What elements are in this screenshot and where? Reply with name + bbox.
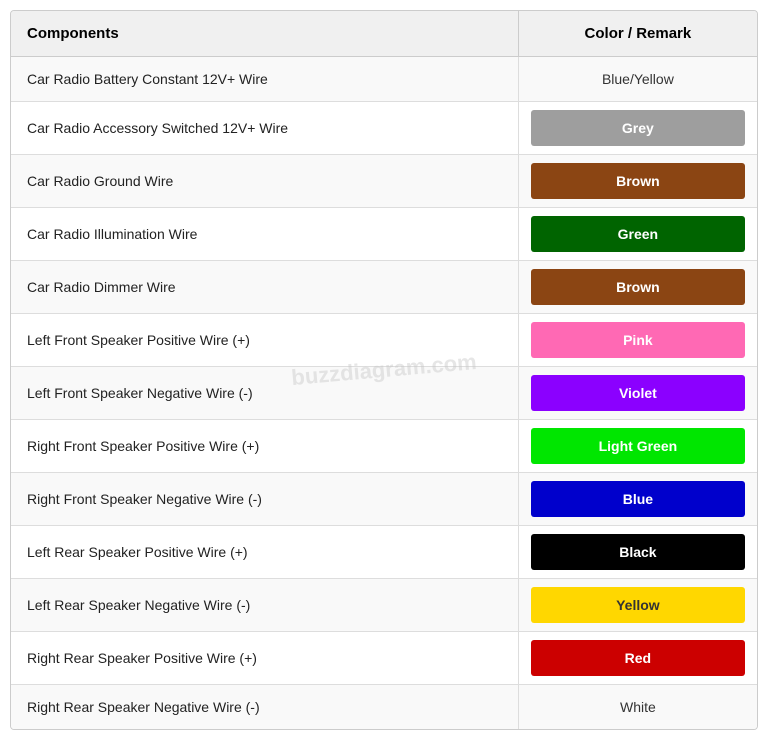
table-row: Left Rear Speaker Negative Wire (-) Yello…: [11, 579, 757, 632]
component-cell: Right Rear Speaker Negative Wire (-): [11, 685, 518, 730]
color-label: Blue/Yellow: [602, 71, 674, 87]
components-header: Components: [11, 11, 518, 57]
color-cell: Brown: [518, 155, 757, 208]
component-cell: Car Radio Ground Wire: [11, 155, 518, 208]
color-badge: Green: [531, 216, 745, 252]
component-cell: Car Radio Accessory Switched 12V+ Wire: [11, 102, 518, 155]
table-row: Right Front Speaker Negative Wire (-) Blu…: [11, 473, 757, 526]
table-row: Right Rear Speaker Positive Wire (+) Red: [11, 632, 757, 685]
color-cell: Light Green: [518, 420, 757, 473]
color-cell: Pink: [518, 314, 757, 367]
wiring-table-wrapper: Components Color / Remark Car Radio Batt…: [10, 10, 758, 730]
color-cell: Violet: [518, 367, 757, 420]
color-cell: Blue: [518, 473, 757, 526]
component-cell: Right Front Speaker Negative Wire (-): [11, 473, 518, 526]
component-cell: Right Front Speaker Positive Wire (+): [11, 420, 518, 473]
color-badge: Blue: [531, 481, 745, 517]
color-badge: Black: [531, 534, 745, 570]
color-badge: Pink: [531, 322, 745, 358]
table-row: Car Radio Illumination Wire Green: [11, 208, 757, 261]
color-badge: Red: [531, 640, 745, 676]
component-cell: Left Rear Speaker Negative Wire (-): [11, 579, 518, 632]
color-cell: Yellow: [518, 579, 757, 632]
component-cell: Car Radio Battery Constant 12V+ Wire: [11, 57, 518, 102]
table-row: Left Rear Speaker Positive Wire (+) Black: [11, 526, 757, 579]
color-badge: Light Green: [531, 428, 745, 464]
table-container: Components Color / Remark Car Radio Batt…: [11, 11, 757, 729]
table-row: Right Front Speaker Positive Wire (+) Lig…: [11, 420, 757, 473]
component-cell: Left Front Speaker Positive Wire (+): [11, 314, 518, 367]
color-badge: Violet: [531, 375, 745, 411]
table-row: Car Radio Accessory Switched 12V+ Wire Gr…: [11, 102, 757, 155]
table-row: Car Radio Ground Wire Brown: [11, 155, 757, 208]
color-cell: Black: [518, 526, 757, 579]
color-cell: Green: [518, 208, 757, 261]
component-cell: Right Rear Speaker Positive Wire (+): [11, 632, 518, 685]
color-badge: Yellow: [531, 587, 745, 623]
color-badge: Brown: [531, 269, 745, 305]
color-badge: Brown: [531, 163, 745, 199]
table-row: Left Front Speaker Positive Wire (+) Pink: [11, 314, 757, 367]
color-cell: Red: [518, 632, 757, 685]
color-cell: Blue/Yellow: [518, 57, 757, 102]
component-cell: Left Rear Speaker Positive Wire (+): [11, 526, 518, 579]
component-cell: Car Radio Illumination Wire: [11, 208, 518, 261]
color-badge: Grey: [531, 110, 745, 146]
color-label: White: [620, 699, 656, 715]
component-cell: Car Radio Dimmer Wire: [11, 261, 518, 314]
table-row: Right Rear Speaker Negative Wire (-) Whit…: [11, 685, 757, 730]
color-cell: Grey: [518, 102, 757, 155]
color-remark-header: Color / Remark: [518, 11, 757, 57]
table-header-row: Components Color / Remark: [11, 11, 757, 57]
table-row: Left Front Speaker Negative Wire (-) Viol…: [11, 367, 757, 420]
table-row: Car Radio Battery Constant 12V+ Wire Blue…: [11, 57, 757, 102]
color-cell: White: [518, 685, 757, 730]
table-row: Car Radio Dimmer Wire Brown: [11, 261, 757, 314]
wiring-table: Components Color / Remark Car Radio Batt…: [11, 11, 757, 729]
component-cell: Left Front Speaker Negative Wire (-): [11, 367, 518, 420]
color-cell: Brown: [518, 261, 757, 314]
